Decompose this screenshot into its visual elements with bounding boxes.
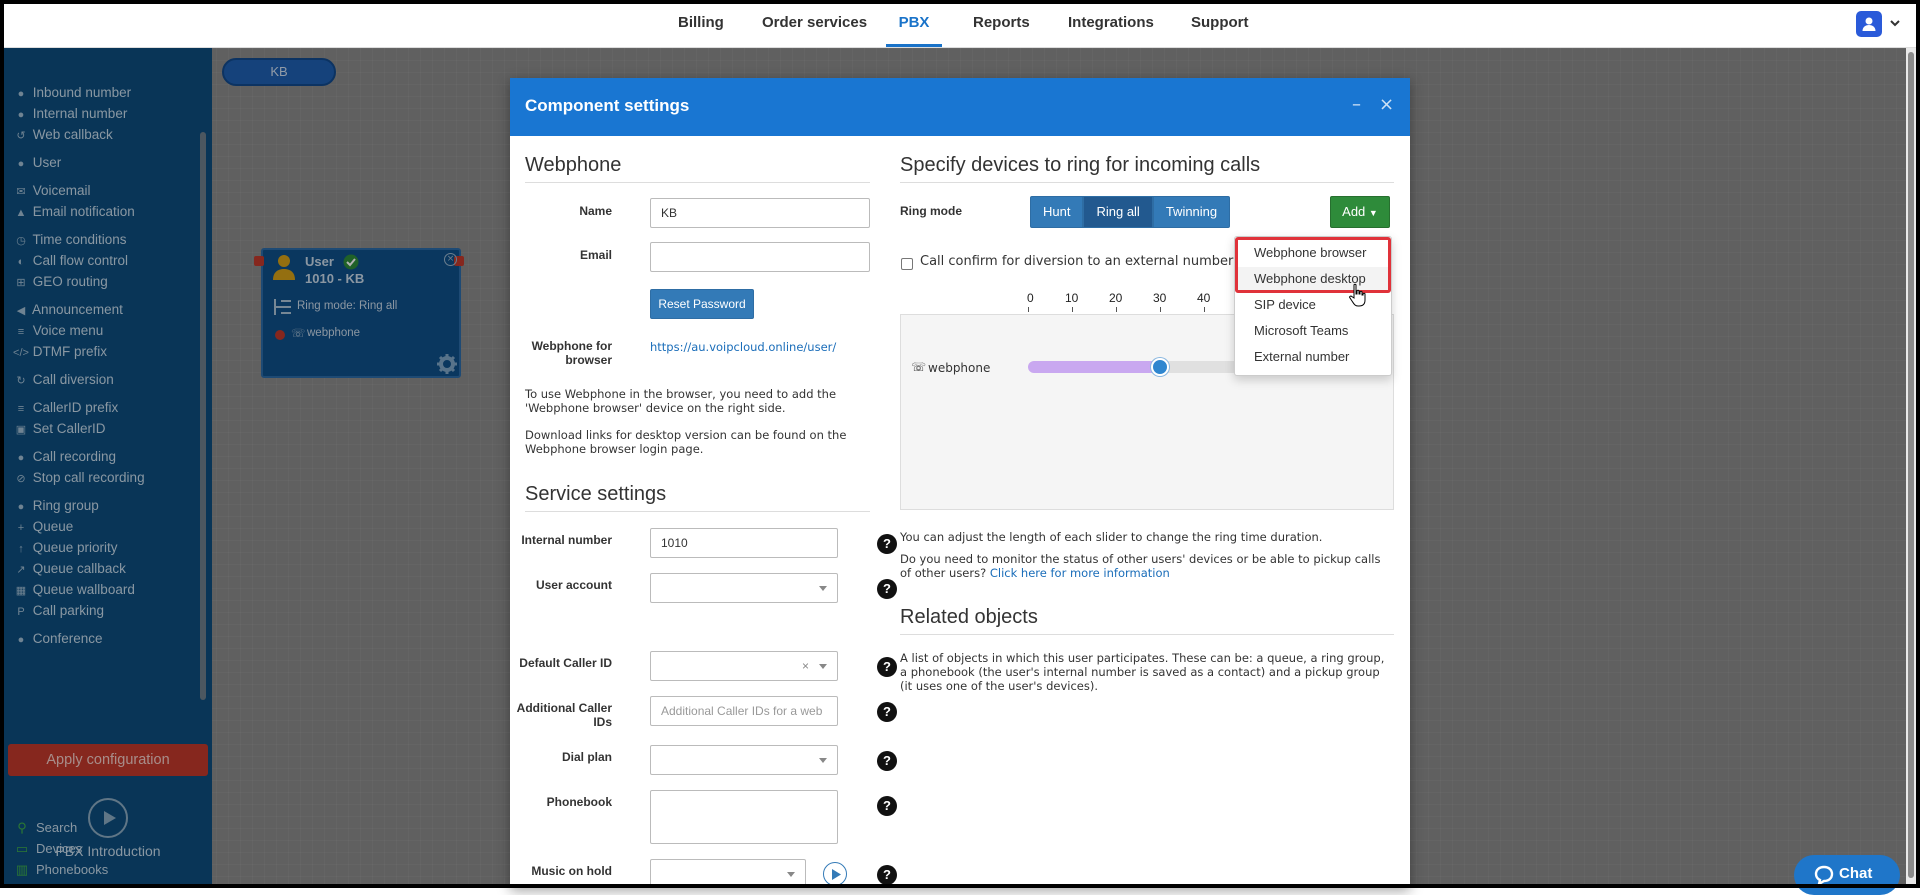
internal-number-input[interactable]: 1010 <box>650 528 838 558</box>
ring-time-tick: 40 <box>1197 291 1211 305</box>
menu-item-microsoft-teams[interactable]: Microsoft Teams <box>1235 319 1391 343</box>
service-settings-section-title: Service settings <box>525 483 870 512</box>
email-label: Email <box>579 248 612 262</box>
music-on-hold-label: Music on hold <box>531 864 612 878</box>
webphone-section-title: Webphone <box>525 154 870 183</box>
default-caller-id-label: Default Caller ID <box>519 656 612 670</box>
help-icon[interactable]: ? <box>877 702 897 722</box>
ring-mode-group: Hunt Ring all Twinning <box>1030 196 1231 228</box>
page-scrollbar[interactable] <box>1906 48 1916 884</box>
default-caller-id-select[interactable]: × <box>650 651 838 681</box>
webphone-note-browser: To use Webphone in the browser, you need… <box>525 387 837 415</box>
tab-order-services[interactable]: Order services <box>762 0 867 47</box>
internal-number-label: Internal number <box>521 533 612 547</box>
call-confirm-checkbox[interactable] <box>901 258 913 270</box>
ring-time-tick: 10 <box>1065 291 1079 305</box>
help-icon[interactable]: ? <box>877 796 897 816</box>
menu-item-webphone-browser[interactable]: Webphone browser <box>1235 241 1391 265</box>
help-icon[interactable]: ? <box>877 865 897 885</box>
webphone-browser-link[interactable]: https://au.voipcloud.online/user/ <box>650 340 836 354</box>
play-icon <box>832 869 841 880</box>
component-settings-modal: Component settings – × Webphone Name KB … <box>510 78 1410 888</box>
ring-time-tick: 30 <box>1153 291 1167 305</box>
ring-mode-hunt[interactable]: Hunt <box>1030 196 1084 228</box>
help-icon[interactable]: ? <box>877 657 897 677</box>
related-objects-section-title: Related objects <box>900 606 1394 635</box>
phone-icon: ☏ <box>911 360 927 374</box>
add-device-dropdown: Webphone browser Webphone desktop SIP de… <box>1234 236 1392 376</box>
slider-note: You can adjust the length of each slider… <box>900 530 1323 544</box>
user-icon <box>1862 17 1876 31</box>
ring-time-slider-fill[interactable] <box>1028 361 1160 373</box>
tab-pbx[interactable]: PBX <box>886 0 942 47</box>
user-menu-button[interactable] <box>1856 11 1882 37</box>
dial-plan-select[interactable] <box>650 745 838 775</box>
phonebook-label: Phonebook <box>546 795 612 809</box>
tick-mark <box>1072 307 1073 312</box>
clear-icon[interactable]: × <box>802 652 809 680</box>
tab-integrations[interactable]: Integrations <box>1068 0 1154 47</box>
chat-button[interactable]: Chat <box>1794 855 1900 895</box>
webphone-note-desktop: Download links for desktop version can b… <box>525 428 847 456</box>
additional-caller-ids-input[interactable]: Additional Caller IDs for a web <box>650 696 838 726</box>
name-input[interactable]: KB <box>650 198 870 228</box>
add-device-button[interactable]: Add ▼ <box>1330 196 1390 228</box>
call-confirm-label: Call confirm for diversion to an externa… <box>920 254 1234 269</box>
menu-item-webphone-desktop[interactable]: Webphone desktop <box>1235 267 1391 291</box>
tab-reports[interactable]: Reports <box>973 0 1030 47</box>
help-icon[interactable]: ? <box>877 534 897 554</box>
more-info-link[interactable]: Click here for more information <box>990 566 1170 580</box>
hand-cursor-icon <box>1349 283 1366 307</box>
minimize-icon[interactable]: – <box>1352 94 1361 115</box>
play-music-button[interactable] <box>823 862 847 886</box>
ring-mode-twinning[interactable]: Twinning <box>1152 196 1231 228</box>
user-account-select[interactable] <box>650 573 838 603</box>
webphone-browser-label: Webphone for browser <box>531 339 612 367</box>
ring-mode-label: Ring mode <box>900 204 962 218</box>
email-input[interactable] <box>650 242 870 272</box>
tick-mark <box>1028 307 1029 312</box>
related-objects-text: A list of objects in which this user par… <box>900 651 1385 693</box>
menu-item-external-number[interactable]: External number <box>1235 345 1391 369</box>
tab-billing[interactable]: Billing <box>678 0 724 47</box>
page-scrollbar-thumb[interactable] <box>1908 52 1914 878</box>
device-label: webphone <box>928 361 991 375</box>
tab-support[interactable]: Support <box>1191 0 1249 47</box>
ring-time-tick: 20 <box>1109 291 1123 305</box>
dial-plan-label: Dial plan <box>561 750 612 764</box>
ring-mode-ring-all[interactable]: Ring all <box>1083 196 1153 228</box>
monitor-note: Do you need to monitor the status of oth… <box>900 552 1381 580</box>
chevron-down-icon[interactable] <box>1889 17 1901 29</box>
name-label: Name <box>579 204 612 218</box>
help-icon[interactable]: ? <box>877 751 897 771</box>
top-nav: Billing Order services PBX Reports Integ… <box>0 0 1920 48</box>
close-icon[interactable]: × <box>1379 94 1394 115</box>
additional-caller-ids-label: Additional Caller IDs <box>516 701 612 729</box>
tick-mark <box>1204 307 1205 312</box>
modal-title: Component settings <box>525 96 690 115</box>
help-icon[interactable]: ? <box>877 579 897 599</box>
devices-section-title: Specify devices to ring for incoming cal… <box>900 154 1394 183</box>
reset-password-button[interactable]: Reset Password <box>650 289 754 319</box>
menu-item-sip-device[interactable]: SIP device <box>1235 293 1391 317</box>
music-on-hold-select[interactable] <box>650 859 806 888</box>
tick-mark <box>1116 307 1117 312</box>
caret-down-icon: ▼ <box>1368 208 1378 218</box>
user-account-label: User account <box>535 578 612 592</box>
chat-icon <box>1814 865 1834 885</box>
phonebook-input[interactable] <box>650 790 838 844</box>
ring-time-slider-handle[interactable] <box>1151 358 1169 376</box>
modal-header: Component settings – × <box>510 78 1410 136</box>
ring-time-tick: 0 <box>1027 291 1034 305</box>
tick-mark <box>1160 307 1161 312</box>
